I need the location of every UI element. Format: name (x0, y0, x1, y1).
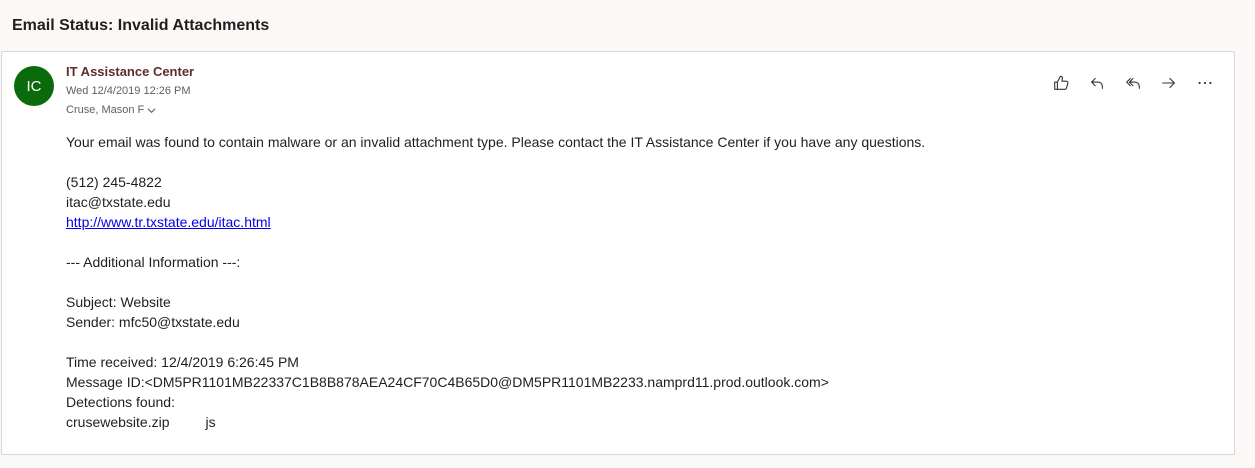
recipient-name: Cruse, Mason F (66, 104, 145, 116)
additional-info-header: --- Additional Information ---: (66, 254, 241, 270)
like-icon[interactable] (1050, 72, 1072, 94)
time-received: Time received: 12/4/2019 6:26:45 PM (66, 354, 299, 370)
message-id: Message ID:<DM5PR1101MB22337C1B8B878AEA2… (66, 374, 829, 390)
more-icon[interactable] (1194, 72, 1216, 94)
email-subject: Email Status: Invalid Attachments (12, 17, 270, 34)
detections-label: Detections found: (66, 394, 175, 410)
forward-icon[interactable] (1158, 72, 1180, 94)
phone-number: (512) 245-4822 (66, 174, 162, 190)
reading-pane: IC IT Assistance Center Wed 12/4/2019 12… (1, 51, 1235, 455)
chevron-down-icon[interactable] (147, 106, 156, 115)
sender-name[interactable]: IT Assistance Center (66, 64, 194, 79)
detection-row: crusewebsite.zip js (66, 412, 1206, 432)
itac-link[interactable]: http://www.tr.txstate.edu/itac.html (66, 214, 271, 230)
reply-all-icon[interactable] (1122, 72, 1144, 94)
detection-type: js (205, 414, 216, 430)
original-subject: Subject: Website (66, 294, 171, 310)
avatar[interactable]: IC (14, 66, 54, 106)
intro-text: Your email was found to contain malware … (66, 134, 926, 150)
sent-date: Wed 12/4/2019 12:26 PM (66, 85, 191, 97)
detection-file: crusewebsite.zip (66, 414, 170, 430)
message-actions (1050, 72, 1216, 94)
reply-icon[interactable] (1086, 72, 1108, 94)
contact-email: itac@txstate.edu (66, 194, 171, 210)
original-sender: Sender: mfc50@txstate.edu (66, 314, 240, 330)
recipient[interactable]: Cruse, Mason F (66, 104, 156, 116)
message-body: Your email was found to contain malware … (66, 132, 1206, 432)
